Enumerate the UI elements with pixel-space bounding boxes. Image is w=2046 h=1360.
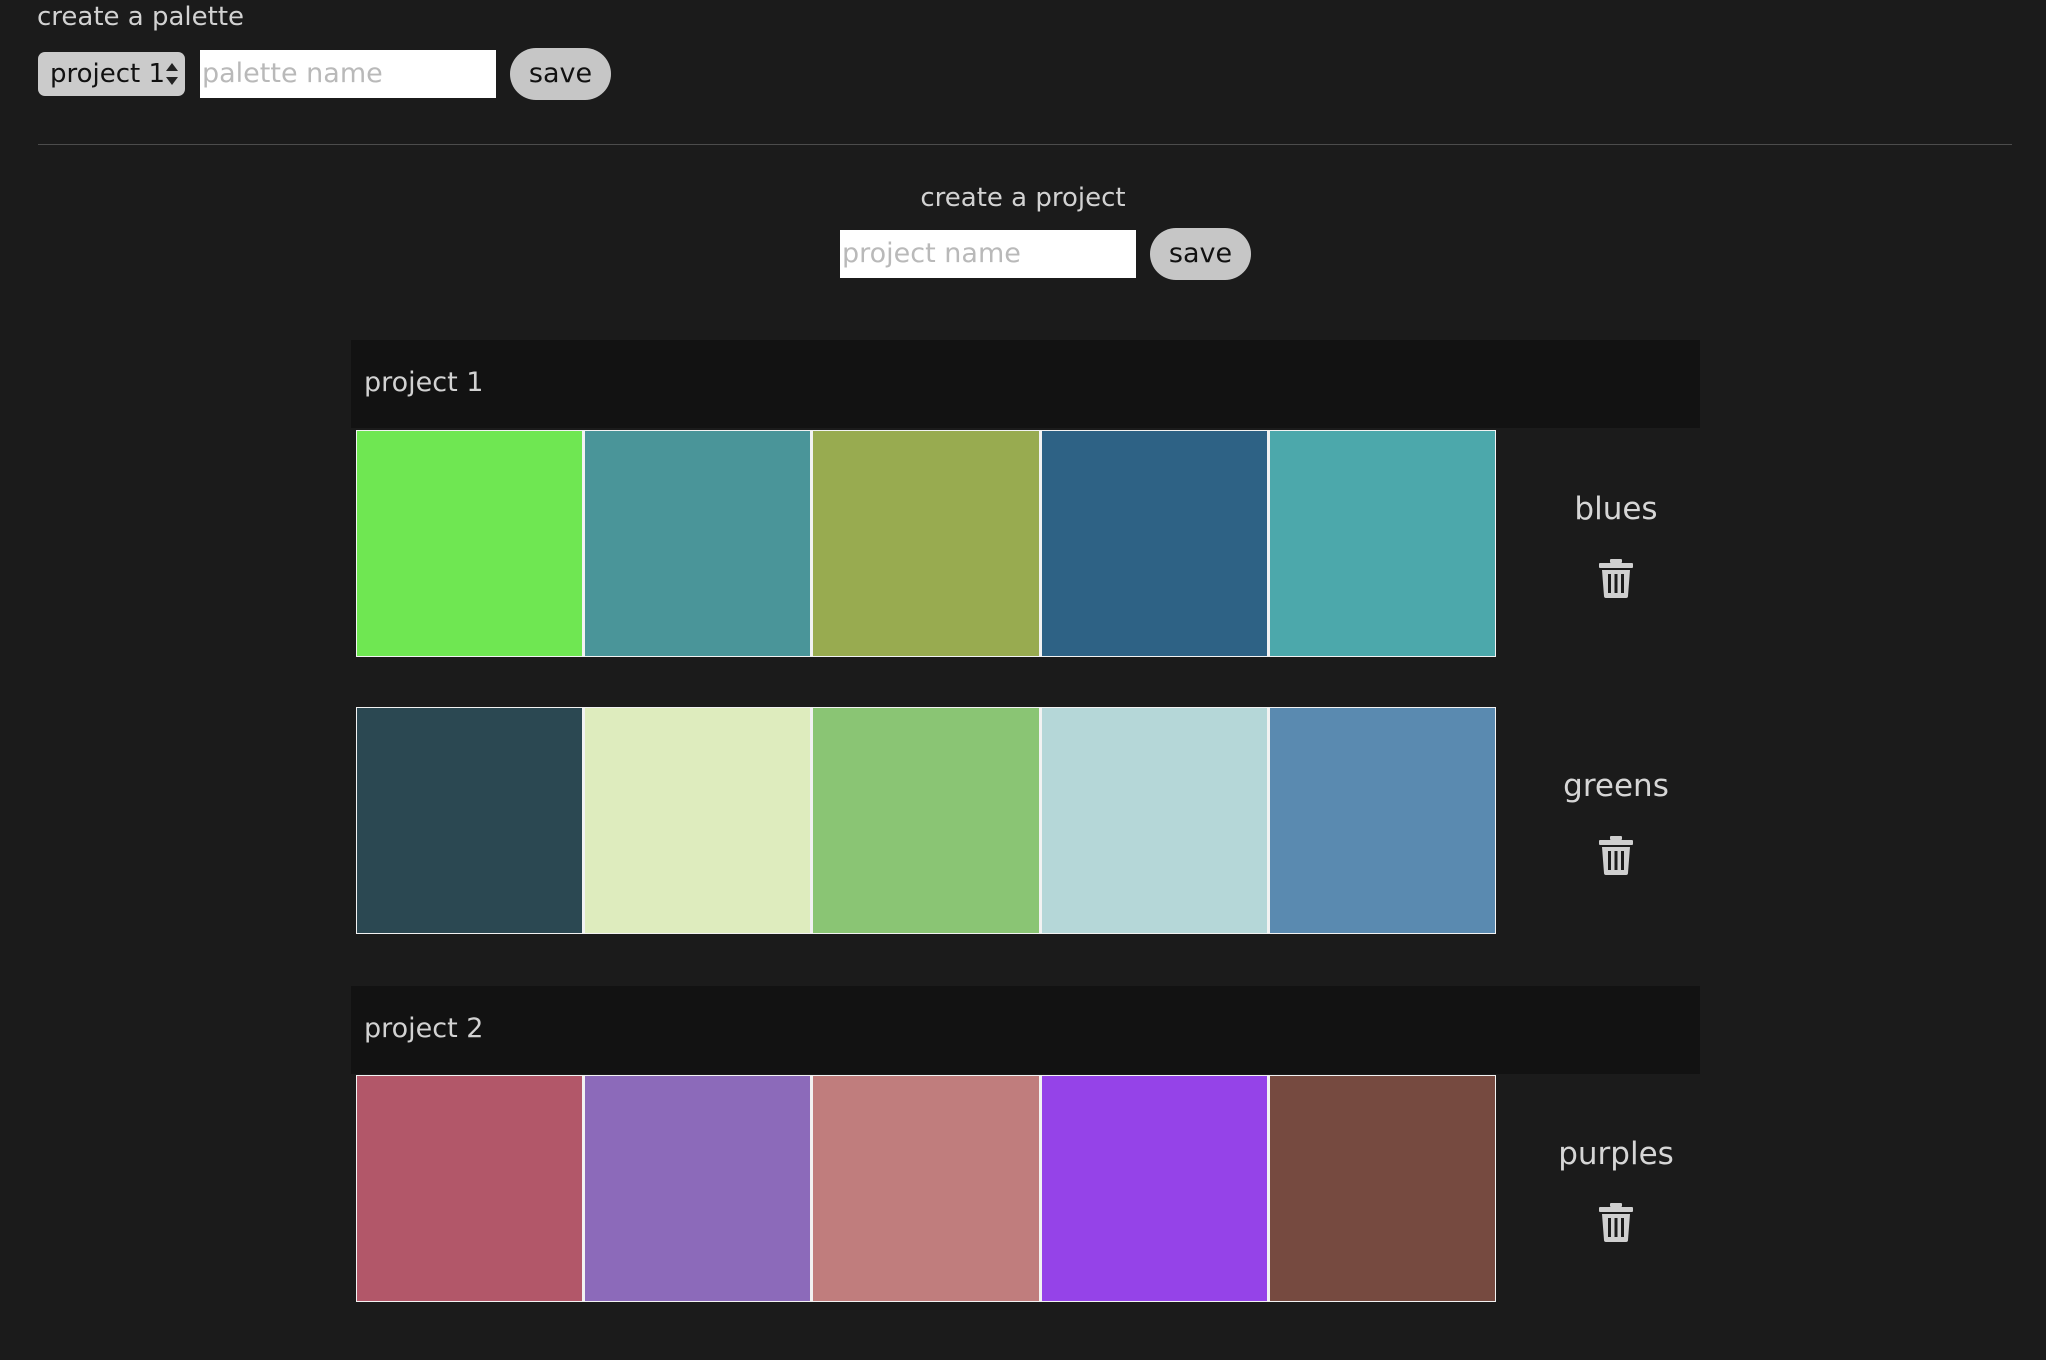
palette-name[interactable]: blues [1516, 491, 1716, 527]
select-arrows-icon [166, 63, 178, 85]
project-title: project 1 [364, 367, 484, 398]
color-swatch[interactable] [813, 1076, 1039, 1301]
project-select-value: project 1 [50, 59, 166, 89]
palette-swatches [356, 707, 1496, 934]
trash-icon[interactable] [1598, 835, 1634, 875]
create-project-title: create a project [920, 183, 1126, 213]
save-project-button[interactable]: save [1150, 228, 1251, 280]
color-swatch[interactable] [813, 431, 1039, 656]
palette-name[interactable]: purples [1516, 1136, 1716, 1172]
project-header: project 2 [351, 986, 1700, 1074]
color-swatch[interactable] [585, 431, 811, 656]
color-swatch[interactable] [1269, 1076, 1496, 1301]
color-swatch[interactable] [1269, 708, 1496, 933]
save-palette-button[interactable]: save [510, 48, 611, 100]
divider [38, 144, 2012, 145]
color-swatch[interactable] [1041, 431, 1267, 656]
project-name-input[interactable]: project name [840, 230, 1136, 278]
create-palette-title: create a palette [37, 2, 245, 32]
color-swatch[interactable] [357, 1076, 583, 1301]
color-swatch[interactable] [585, 708, 811, 933]
project-header: project 1 [351, 340, 1700, 428]
color-swatch[interactable] [357, 431, 583, 656]
project-select[interactable]: project 1 [38, 52, 185, 96]
palette-swatches [356, 430, 1496, 657]
color-swatch[interactable] [1041, 708, 1267, 933]
palette-name[interactable]: greens [1516, 768, 1716, 804]
trash-icon[interactable] [1598, 558, 1634, 598]
color-swatch[interactable] [585, 1076, 811, 1301]
palette-swatches [356, 1075, 1496, 1302]
project-title: project 2 [364, 1013, 484, 1044]
color-swatch[interactable] [1041, 1076, 1267, 1301]
color-swatch[interactable] [1269, 431, 1496, 656]
palette-name-input[interactable]: palette name [200, 50, 496, 98]
palette-app: create a palette project 1 palette name … [0, 0, 2046, 1360]
trash-icon[interactable] [1598, 1202, 1634, 1242]
color-swatch[interactable] [357, 708, 583, 933]
color-swatch[interactable] [813, 708, 1039, 933]
